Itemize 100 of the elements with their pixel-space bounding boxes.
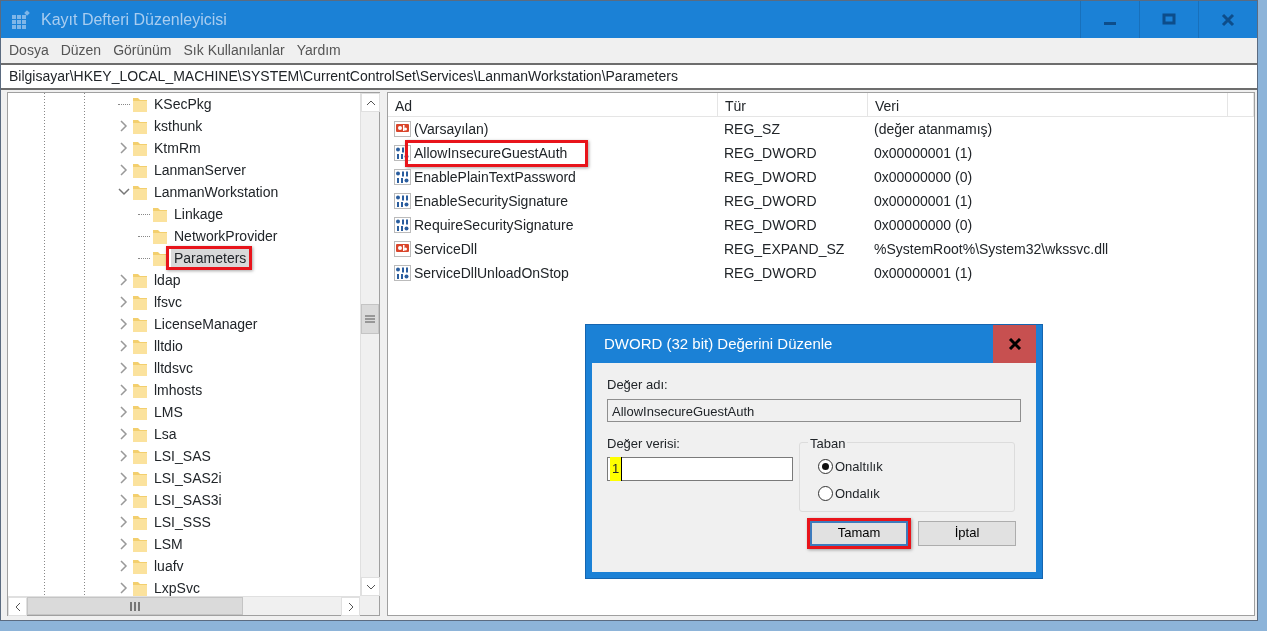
value-name[interactable]: (Varsayılan): [414, 118, 489, 140]
value-data: 0x00000001 (1): [873, 263, 974, 283]
folder-icon: [132, 447, 148, 465]
tree-item[interactable]: LSI_SAS2i: [151, 469, 225, 487]
close-icon: [1007, 338, 1022, 350]
folder-icon: [132, 293, 148, 311]
tree-item[interactable]: LSI_SAS: [151, 447, 214, 465]
tree-item[interactable]: NetworkProvider: [171, 227, 281, 245]
menu-item[interactable]: Görünüm: [113, 40, 172, 61]
chevron-right-icon[interactable]: [118, 560, 130, 572]
folder-icon: [132, 183, 148, 201]
folder-icon: [132, 535, 148, 553]
maximize-icon: [1162, 12, 1176, 27]
chevron-right-icon[interactable]: [118, 538, 130, 550]
chevron-right-icon[interactable]: [118, 164, 130, 176]
scroll-down-button[interactable]: [361, 577, 380, 596]
tree-item[interactable]: Linkage: [171, 205, 227, 223]
chevron-right-icon[interactable]: [118, 142, 130, 154]
tree-item[interactable]: lfsvc: [151, 293, 185, 311]
scrollbar-thumb[interactable]: [361, 304, 379, 334]
value-type: REG_EXPAND_SZ: [723, 239, 846, 259]
folder-icon: [132, 469, 148, 487]
tree-item[interactable]: LSM: [151, 535, 186, 553]
radio-label[interactable]: Ondalık: [835, 484, 880, 504]
app-icon: [11, 9, 31, 30]
chevron-right-icon[interactable]: [118, 406, 130, 418]
folder-icon: [132, 491, 148, 509]
tree-item[interactable]: luafv: [151, 557, 187, 575]
folder-icon: [132, 117, 148, 135]
radio-button[interactable]: [818, 486, 833, 502]
horizontal-scrollbar[interactable]: [8, 596, 360, 615]
chevron-right-icon[interactable]: [118, 362, 130, 374]
value-name[interactable]: EnableSecuritySignature: [414, 190, 569, 212]
chevron-right-icon[interactable]: [118, 428, 130, 440]
tree-item[interactable]: Lsa: [151, 425, 180, 443]
value-data: 0x00000001 (1): [873, 143, 974, 163]
chevron-right-icon[interactable]: [118, 296, 130, 308]
value-data: 0x00000000 (0): [873, 215, 974, 235]
tree-item[interactable]: lltdsvc: [151, 359, 196, 377]
value-data: %SystemRoot%\System32\wkssvc.dll: [873, 239, 1110, 259]
scrollbar-corner: [360, 596, 379, 615]
chevron-right-icon[interactable]: [118, 274, 130, 286]
folder-icon: [132, 161, 148, 179]
folder-icon: [152, 205, 168, 223]
scrollbar-thumb[interactable]: [27, 597, 243, 615]
chevron-up-icon: [365, 99, 376, 106]
scroll-up-button[interactable]: [361, 93, 380, 112]
address-bar[interactable]: Bilgisayar\HKEY_LOCAL_MACHINE\SYSTEM\CurrentControlSet\Services\LanmanWorkstation\Parameters: [9, 66, 678, 87]
tree-item[interactable]: ksthunk: [151, 117, 206, 135]
chevron-right-icon[interactable]: [118, 516, 130, 528]
chevron-right-icon[interactable]: [118, 494, 130, 506]
vertical-scrollbar[interactable]: [360, 93, 379, 596]
folder-icon: [132, 425, 148, 443]
chevron-right-icon[interactable]: [118, 318, 130, 330]
chevron-right-icon[interactable]: [118, 120, 130, 132]
tree-item[interactable]: Parameters: [171, 249, 250, 267]
chevron-right-icon[interactable]: [118, 384, 130, 396]
dialog-title: DWORD (32 bit) Değerini Düzenle: [604, 333, 833, 354]
column-header[interactable]: Ad: [388, 93, 718, 117]
value-name[interactable]: RequireSecuritySignature: [414, 214, 574, 236]
value-data-field[interactable]: 1: [607, 457, 793, 481]
tree-item[interactable]: lltdio: [151, 337, 186, 355]
dialog-button[interactable]: İptal: [918, 520, 1016, 546]
folder-icon: [152, 227, 168, 245]
scroll-right-button[interactable]: [341, 597, 360, 616]
tree-item[interactable]: LSI_SAS3i: [151, 491, 225, 509]
tree-item[interactable]: lmhosts: [151, 381, 206, 399]
tree-item[interactable]: ldap: [151, 271, 184, 289]
menu-item[interactable]: Dosya: [9, 40, 49, 61]
menu-item[interactable]: Yardım: [296, 40, 341, 61]
chevron-right-icon[interactable]: [118, 450, 130, 462]
tree-item[interactable]: LSI_SSS: [151, 513, 214, 531]
dialog-button[interactable]: Tamam: [810, 520, 908, 546]
menu-item[interactable]: Düzen: [60, 40, 102, 61]
chevron-right-icon[interactable]: [118, 472, 130, 484]
tree-item[interactable]: LMS: [151, 403, 186, 421]
window-title: Kayıt Defteri Düzenleyicisi: [41, 9, 227, 30]
value-name[interactable]: ServiceDll: [414, 238, 477, 260]
binary-value-icon: [394, 169, 411, 185]
close-button[interactable]: [993, 325, 1036, 363]
chevron-right-icon[interactable]: [118, 340, 130, 352]
value-name[interactable]: EnablePlainTextPassword: [414, 166, 576, 188]
tree-item[interactable]: KtmRm: [151, 139, 204, 157]
value-name[interactable]: ServiceDllUnloadOnStop: [414, 262, 569, 284]
value-name[interactable]: AllowInsecureGuestAuth: [414, 142, 568, 164]
scroll-left-button[interactable]: [8, 597, 27, 616]
chevron-right-icon[interactable]: [118, 582, 130, 594]
chevron-down-icon[interactable]: [118, 186, 130, 198]
radio-label[interactable]: Onaltılık: [835, 456, 883, 476]
column-header[interactable]: Tür: [718, 93, 868, 117]
tree-item[interactable]: KSecPkg: [151, 95, 215, 113]
tree-item[interactable]: LanmanWorkstation: [151, 183, 282, 201]
minimize-icon: [1104, 22, 1116, 25]
tree-item[interactable]: LxpSvc: [151, 579, 203, 596]
tree-item[interactable]: LanmanServer: [151, 161, 249, 179]
radio-button[interactable]: [818, 458, 833, 474]
column-header[interactable]: Veri: [868, 93, 1228, 117]
menu-item[interactable]: Sık Kullanılanlar: [183, 40, 285, 61]
tree-item[interactable]: LicenseManager: [151, 315, 261, 333]
binary-value-icon: [394, 265, 411, 281]
